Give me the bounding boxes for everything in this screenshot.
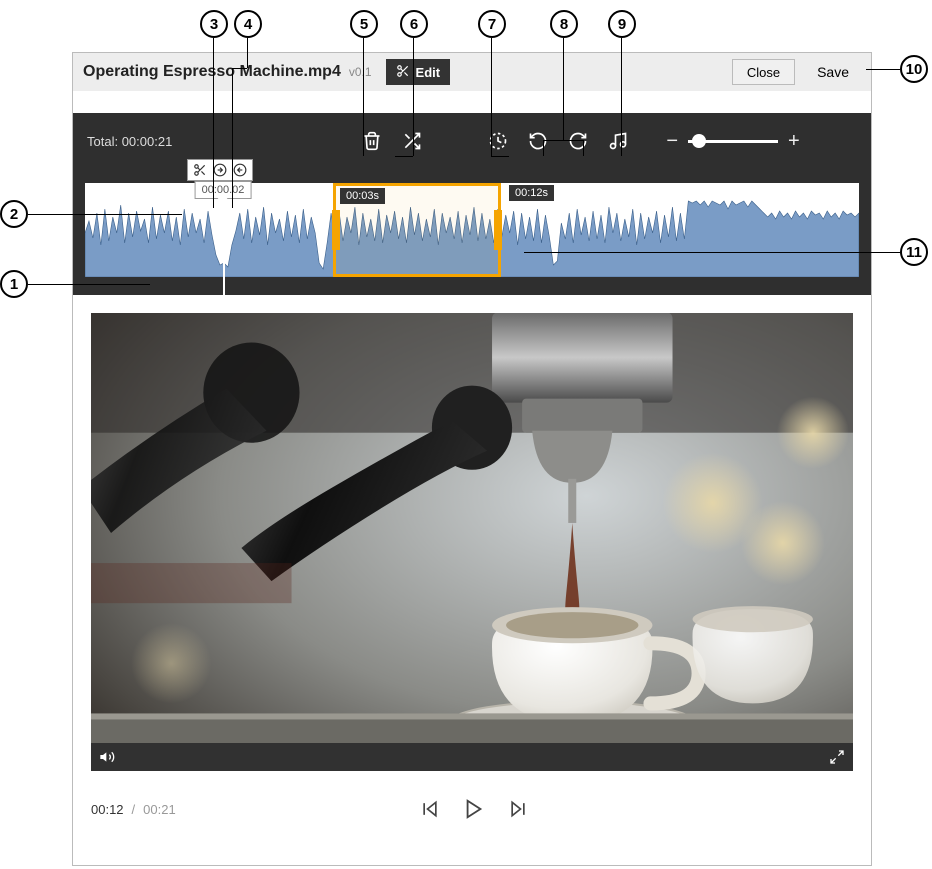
total-time: 00:21 [143, 802, 176, 817]
callout-line [213, 38, 214, 208]
callout-line [491, 156, 509, 157]
footer-controls: 00:12 / 00:21 [73, 789, 871, 829]
arrow-left-circle-icon[interactable] [231, 161, 249, 179]
skip-prev-button[interactable] [419, 798, 441, 820]
titlebar: Operating Espresso Machine.mp4 v0.1 Edit… [73, 53, 871, 91]
video-editor-window: Operating Espresso Machine.mp4 v0.1 Edit… [72, 52, 872, 866]
save-button[interactable]: Save [805, 59, 861, 85]
timeline[interactable]: 00:03s 00:12s 00:00.02 [73, 169, 871, 295]
callout-line [232, 68, 233, 208]
selection-handle-right[interactable] [494, 210, 502, 250]
scissors-icon [396, 64, 410, 81]
playhead-tools [187, 159, 253, 181]
callout-11: 11 [900, 238, 928, 266]
redo-icon[interactable] [568, 131, 588, 151]
timeline-selection[interactable]: 00:03s [333, 183, 501, 277]
time-separator: / [132, 802, 136, 817]
zoom-thumb[interactable] [692, 134, 706, 148]
callout-10: 10 [900, 55, 928, 83]
zoom-out-button[interactable]: − [666, 130, 678, 153]
callout-line [28, 214, 182, 215]
callout-line [543, 140, 544, 156]
zoom-in-button[interactable]: + [788, 130, 800, 153]
toolbar-history [488, 131, 628, 151]
callout-line [524, 252, 900, 253]
callout-line [28, 284, 150, 285]
selection-end-label: 00:12s [509, 185, 554, 201]
callout-3: 3 [200, 10, 228, 38]
playback-controls [419, 798, 529, 820]
callout-6: 6 [400, 10, 428, 38]
volume-icon[interactable] [99, 749, 115, 765]
skip-next-button[interactable] [507, 798, 529, 820]
callout-line [563, 38, 564, 140]
selection-handle-left[interactable] [332, 210, 340, 250]
callout-7: 7 [478, 10, 506, 38]
cut-button[interactable] [191, 161, 209, 179]
music-icon[interactable] [608, 131, 628, 151]
zoom-slider[interactable] [688, 140, 778, 143]
delete-icon[interactable] [362, 131, 382, 151]
callout-5: 5 [350, 10, 378, 38]
file-title: Operating Espresso Machine.mp4 [83, 63, 341, 81]
video-preview[interactable] [91, 313, 853, 771]
video-overlay-controls [91, 743, 853, 771]
file-version: v0.1 [349, 65, 372, 79]
undo-icon[interactable] [528, 131, 548, 151]
callout-8: 8 [550, 10, 578, 38]
edit-label: Edit [416, 65, 441, 80]
callout-line [247, 38, 248, 68]
close-button[interactable]: Close [732, 59, 795, 85]
callout-1: 1 [0, 270, 28, 298]
callout-line [543, 140, 583, 141]
edit-button[interactable]: Edit [386, 59, 451, 85]
callout-line [363, 38, 364, 156]
callout-line [621, 38, 622, 156]
current-time: 00:12 [91, 802, 124, 817]
callout-line [413, 38, 414, 156]
fullscreen-icon[interactable] [829, 749, 845, 765]
total-duration: Total: 00:00:21 [87, 134, 172, 149]
callout-line [866, 69, 900, 70]
callout-line [583, 140, 584, 156]
callout-4: 4 [234, 10, 262, 38]
zoom-control: − + [666, 130, 799, 153]
callout-9: 9 [608, 10, 636, 38]
callout-line [491, 38, 492, 156]
playhead-time-tooltip: 00:00.02 [195, 181, 252, 199]
callout-line [232, 68, 247, 69]
callout-line [395, 156, 413, 157]
play-button[interactable] [463, 798, 485, 820]
selection-start-label: 00:03s [340, 188, 385, 204]
callout-2: 2 [0, 200, 28, 228]
